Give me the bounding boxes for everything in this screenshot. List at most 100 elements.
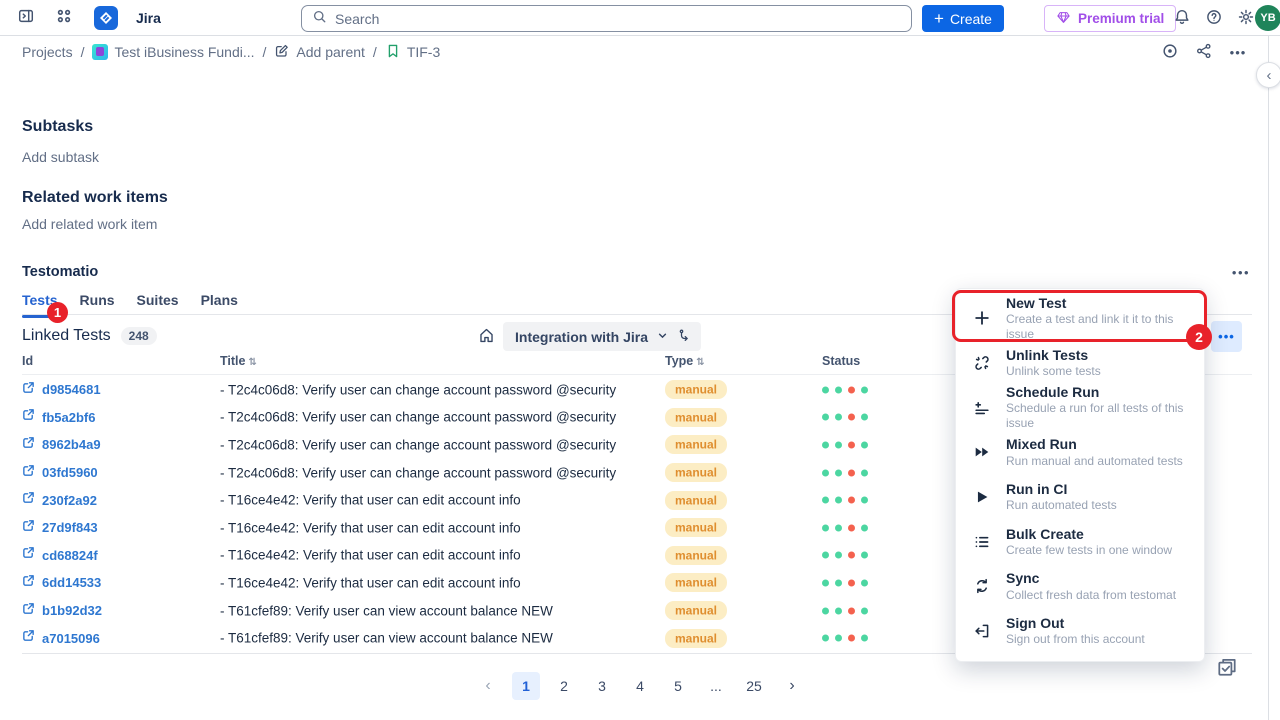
status-dot-pass [861, 469, 868, 476]
tab-suites[interactable]: Suites [137, 292, 179, 318]
add-subtask-field[interactable]: Add subtask [22, 149, 99, 165]
menu-item-new-test[interactable]: New Test Create a test and link it it to… [956, 296, 1204, 341]
more-actions-button[interactable]: ••• [1224, 38, 1252, 66]
status-dots [822, 441, 868, 448]
menu-item-mixed-run[interactable]: Mixed Run Run manual and automated tests [956, 430, 1204, 475]
share-button[interactable] [1190, 38, 1218, 66]
jira-logo-icon[interactable] [94, 6, 118, 30]
test-title: - T16ce4e42: Verify that user can edit a… [220, 575, 650, 590]
external-link-icon [22, 602, 35, 620]
home-button[interactable] [475, 326, 497, 348]
menu-item-title: Sync [1006, 570, 1176, 588]
status-dot-pass [861, 386, 868, 393]
add-related-work-field[interactable]: Add related work item [22, 216, 157, 232]
status-dot-fail [848, 607, 855, 614]
breadcrumb-separator: / [263, 44, 267, 60]
breadcrumb-separator: / [373, 44, 377, 60]
type-badge: manual [665, 601, 727, 620]
menu-item-schedule-run[interactable]: Schedule Run Schedule a run for all test… [956, 385, 1204, 430]
page-button-3[interactable]: 3 [588, 672, 616, 700]
status-dots [822, 552, 868, 559]
test-id-link[interactable]: 6dd14533 [42, 575, 101, 590]
test-id-link[interactable]: d9854681 [42, 382, 101, 397]
bulk-select-icon[interactable] [1216, 656, 1238, 678]
branch-filter-button[interactable] [668, 322, 701, 351]
status-dot-fail [848, 469, 855, 476]
status-dots [822, 386, 868, 393]
top-navigation-bar: Jira + Create Premium trial [0, 0, 1280, 36]
tab-plans[interactable]: Plans [201, 292, 238, 318]
column-header-title[interactable]: Title⇅ [220, 354, 650, 368]
sync-icon [972, 576, 992, 596]
test-id-link[interactable]: b1b92d32 [42, 603, 102, 618]
menu-item-title: Unlink Tests [1006, 347, 1101, 365]
status-dot-pass [822, 414, 829, 421]
search-icon [312, 9, 327, 29]
user-avatar[interactable]: YB [1255, 5, 1280, 31]
test-title: - T2c4c06d8: Verify user can change acco… [220, 382, 650, 397]
create-button[interactable]: + Create [922, 5, 1004, 32]
sidebar-toggle-button[interactable] [12, 4, 40, 32]
status-dot-pass [835, 635, 842, 642]
watch-button[interactable] [1156, 38, 1184, 66]
annotation-step-2-badge: 2 [1186, 324, 1212, 350]
project-avatar-icon [92, 44, 108, 60]
external-link-icon [22, 629, 35, 647]
menu-item-run-in-ci[interactable]: Run in CI Run automated tests [956, 475, 1204, 520]
notifications-button[interactable] [1168, 4, 1196, 32]
column-header-type[interactable]: Type⇅ [665, 354, 795, 368]
app-switcher-button[interactable] [50, 4, 78, 32]
test-id-link[interactable]: 230f2a92 [42, 493, 97, 508]
test-id-link[interactable]: 8962b4a9 [42, 437, 101, 452]
menu-item-bulk-create[interactable]: Bulk Create Create few tests in one wind… [956, 519, 1204, 564]
jira-page: Jira + Create Premium trial [0, 0, 1280, 720]
test-id-link[interactable]: a7015096 [42, 631, 100, 646]
page-button-25[interactable]: 25 [740, 672, 768, 700]
integration-filter-dropdown[interactable]: Integration with Jira [503, 322, 681, 351]
page-button-1[interactable]: 1 [512, 672, 540, 700]
tab-runs[interactable]: Runs [80, 292, 115, 318]
premium-trial-button[interactable]: Premium trial [1044, 5, 1176, 32]
linked-tests-count-badge: 248 [121, 327, 157, 345]
previous-page-button[interactable]: ‹ [474, 672, 502, 700]
tests-more-button[interactable]: ••• [1211, 321, 1242, 352]
next-page-button[interactable]: › [778, 672, 806, 700]
collapse-panel-button[interactable]: ‹ [1256, 62, 1280, 88]
external-link-icon [22, 381, 35, 399]
status-dot-pass [822, 386, 829, 393]
type-badge: manual [665, 518, 727, 537]
global-search[interactable] [301, 5, 912, 32]
status-dot-fail [848, 635, 855, 642]
breadcrumb-project[interactable]: Test iBusiness Fundi... [92, 44, 254, 60]
status-dot-pass [822, 579, 829, 586]
branch-icon [677, 328, 692, 346]
menu-item-title: Bulk Create [1006, 526, 1172, 544]
page-button-2[interactable]: 2 [550, 672, 578, 700]
test-id-link[interactable]: 27d9f843 [42, 520, 98, 535]
external-link-icon [22, 436, 35, 454]
page-button-5[interactable]: 5 [664, 672, 692, 700]
type-badge: manual [665, 629, 727, 648]
edit-icon [274, 43, 290, 62]
help-button[interactable] [1200, 4, 1228, 32]
testomatio-more-button[interactable]: ••• [1228, 262, 1254, 282]
test-title: - T2c4c06d8: Verify user can change acco… [220, 410, 650, 425]
share-icon [1195, 42, 1213, 63]
menu-item-subtitle: Sign out from this account [1006, 632, 1145, 647]
page-button-4[interactable]: 4 [626, 672, 654, 700]
testomatio-actions-menu: New Test Create a test and link it it to… [955, 288, 1205, 662]
menu-item-sign-out[interactable]: Sign Out Sign out from this account [956, 609, 1204, 654]
test-id-link[interactable]: cd68824f [42, 548, 98, 563]
bulk-create-icon [972, 532, 992, 552]
type-badge: manual [665, 435, 727, 454]
test-id-link[interactable]: 03fd5960 [42, 465, 98, 480]
related-work-heading: Related work items [22, 189, 168, 207]
add-parent-link[interactable]: Add parent [274, 43, 365, 62]
column-header-id[interactable]: Id [22, 354, 212, 368]
test-id-link[interactable]: fb5a2bf6 [42, 410, 95, 425]
menu-item-sync[interactable]: Sync Collect fresh data from testomat [956, 564, 1204, 609]
breadcrumb-projects[interactable]: Projects [22, 44, 73, 60]
search-input[interactable] [335, 11, 901, 27]
breadcrumb-issue-key[interactable]: TIF-3 [385, 43, 440, 62]
menu-item-unlink-tests[interactable]: Unlink Tests Unlink some tests [956, 341, 1204, 386]
